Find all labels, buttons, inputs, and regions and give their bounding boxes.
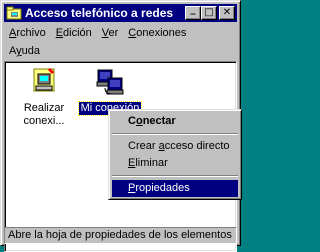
- new-connection-icon: [28, 66, 60, 98]
- menu-archivo[interactable]: Archivo: [4, 27, 51, 39]
- minimize-icon: _: [190, 4, 196, 15]
- minimize-button[interactable]: _: [185, 4, 201, 20]
- menu-ayuda[interactable]: Ayuda: [4, 45, 45, 57]
- menu-ver[interactable]: Ver: [97, 27, 124, 39]
- context-menu: Conectar Crear acceso directo Eliminar Prop…: [108, 109, 242, 200]
- connection-icon: [94, 66, 126, 98]
- item-label-line2: conexi...: [23, 115, 65, 127]
- menu-bar: Archivo Edición Ver Conexiones Ayuda: [4, 24, 237, 60]
- menu-row-1: Archivo Edición Ver Conexiones: [4, 24, 237, 42]
- dialup-networking-window: Acceso telefónico a redes _ □ ✕ Archivo E…: [0, 0, 242, 252]
- context-menu-item-eliminar[interactable]: Eliminar: [112, 155, 238, 172]
- menu-edicion[interactable]: Edición: [51, 27, 97, 39]
- maximize-button[interactable]: □: [201, 6, 217, 20]
- list-item-new-connection[interactable]: Realizar conexi...: [9, 66, 79, 128]
- context-menu-item-propiedades[interactable]: Propiedades: [112, 180, 238, 197]
- context-menu-item-crear-acceso-directo[interactable]: Crear acceso directo: [112, 138, 238, 155]
- close-icon: ✕: [222, 7, 232, 18]
- item-label-line1: Realizar: [23, 102, 65, 114]
- menu-row-2: Ayuda: [4, 42, 237, 60]
- title-bar[interactable]: Acceso telefónico a redes _ □ ✕: [4, 4, 237, 22]
- menu-separator: [112, 175, 238, 177]
- dialup-folder-icon: [6, 6, 22, 20]
- menu-separator: [112, 133, 238, 135]
- context-menu-item-conectar[interactable]: Conectar: [112, 113, 238, 130]
- window-title: Acceso telefónico a redes: [25, 6, 174, 20]
- maximize-icon: □: [204, 7, 214, 18]
- status-bar-text: Abre la hoja de propiedades de los eleme…: [4, 227, 237, 244]
- close-button[interactable]: ✕: [219, 6, 235, 20]
- menu-conexiones[interactable]: Conexiones: [123, 27, 191, 39]
- list-item-mi-conexion[interactable]: Mi conexión: [75, 66, 145, 116]
